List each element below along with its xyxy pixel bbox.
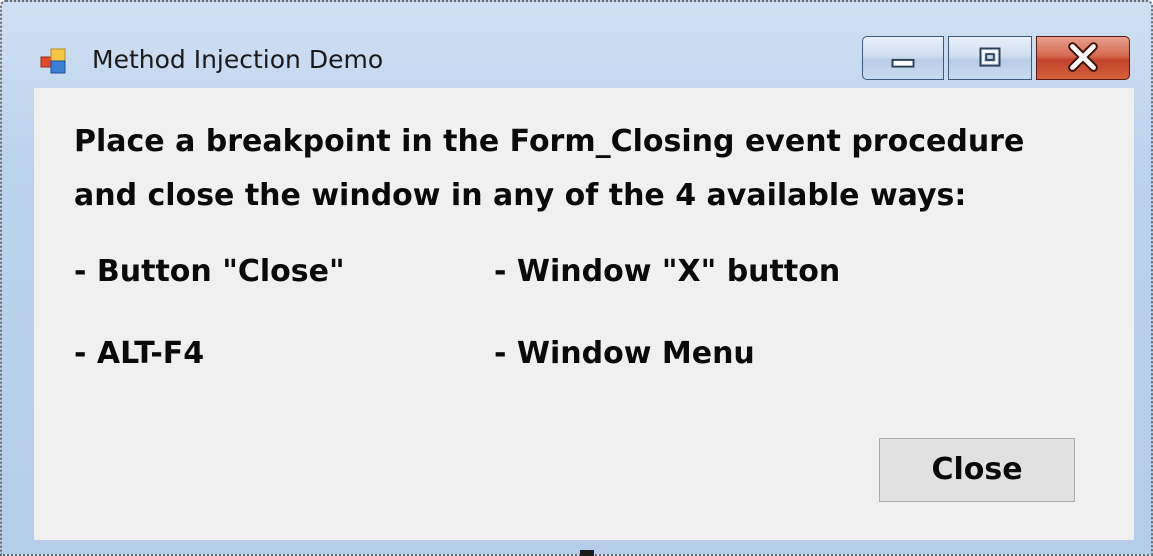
minimize-icon <box>891 58 915 68</box>
maximize-button[interactable] <box>948 36 1032 80</box>
maximize-icon <box>979 47 1001 67</box>
instruction-line-2: and close the window in any of the 4 ava… <box>74 178 967 213</box>
option-button-close: - Button "Close" <box>74 254 345 289</box>
resize-grip[interactable] <box>580 550 594 556</box>
windows-forms-app-icon <box>40 48 66 74</box>
window-title: Method Injection Demo <box>92 45 384 74</box>
option-window-menu: - Window Menu <box>494 336 755 371</box>
option-window-x-button: - Window "X" button <box>494 254 841 289</box>
option-alt-f4: - ALT-F4 <box>74 336 205 371</box>
window-close-button[interactable] <box>1036 36 1130 80</box>
minimize-button[interactable] <box>862 36 944 80</box>
form-client-area: Place a breakpoint in the Form_Closing e… <box>34 88 1134 540</box>
app-window: Method Injection Demo Place a breakpoint… <box>0 0 1153 556</box>
instruction-line-1: Place a breakpoint in the Form_Closing e… <box>74 124 1025 159</box>
close-button[interactable]: Close <box>879 438 1075 502</box>
close-x-icon <box>1068 42 1098 72</box>
title-bar[interactable]: Method Injection Demo <box>2 2 1151 88</box>
